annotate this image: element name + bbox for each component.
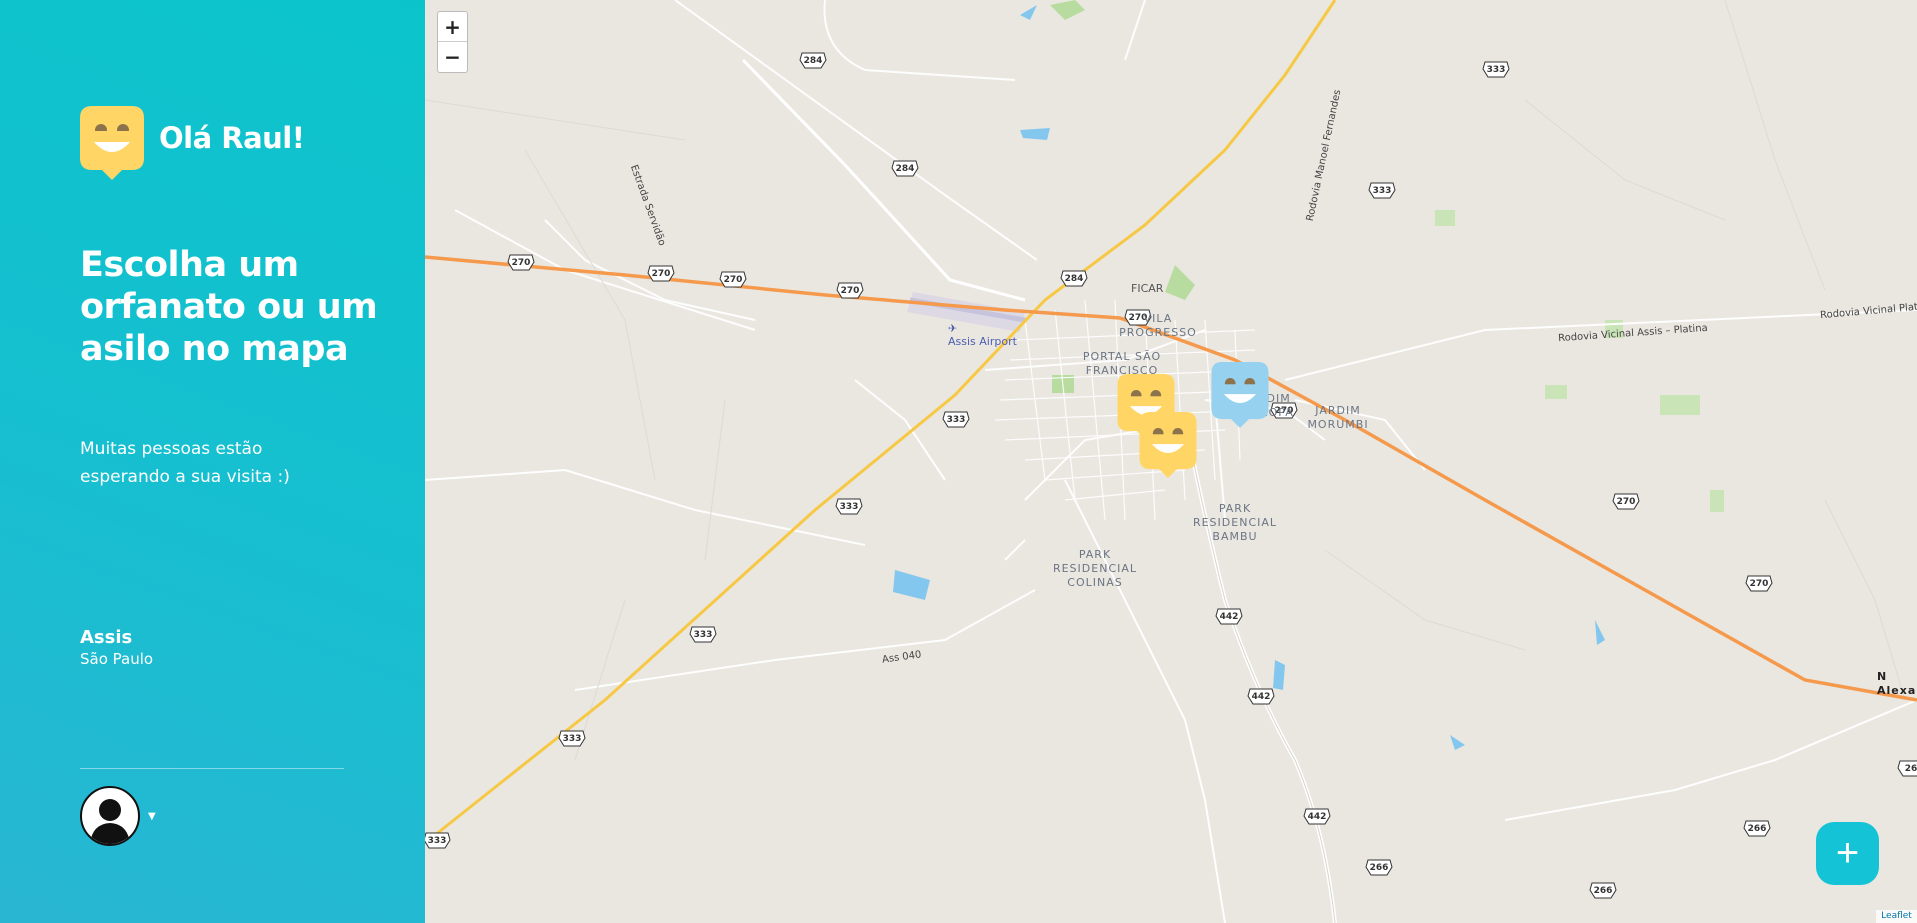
route-shield: 270 xyxy=(647,265,675,282)
location: Assis São Paulo xyxy=(80,627,153,668)
smiley-pin-icon xyxy=(80,106,144,180)
header: Olá Raul! xyxy=(80,106,305,180)
route-shield: 270 xyxy=(1612,493,1640,510)
route-shield: 333 xyxy=(425,832,451,849)
route-shield: 333 xyxy=(942,411,970,428)
route-shield: 284 xyxy=(799,52,827,69)
subtitle: Muitas pessoas estão esperando a sua vis… xyxy=(80,439,290,487)
airport-icon: ✈ xyxy=(948,322,958,335)
route-shield: 442 xyxy=(1303,808,1331,825)
neighborhood-label: VILA PROGRESSO xyxy=(1119,312,1197,339)
route-shield: 333 xyxy=(1482,61,1510,78)
route-shield: 333 xyxy=(689,626,717,643)
route-shield: 442 xyxy=(1215,608,1243,625)
state-name: São Paulo xyxy=(80,650,154,668)
neighborhood-label: PARK RESIDENCIAL COLINAS xyxy=(1052,548,1138,589)
route-shield: 333 xyxy=(558,730,586,747)
route-shield: 26 xyxy=(1897,760,1917,777)
zoom-control: + − xyxy=(437,11,468,73)
nursing-home-marker[interactable] xyxy=(1211,362,1269,428)
route-shield: 284 xyxy=(891,160,919,177)
route-shield: 270 xyxy=(507,254,535,271)
airport-label: ✈ Assis Airport xyxy=(948,322,1017,348)
map-attribution[interactable]: Leaflet xyxy=(1876,910,1917,923)
route-shield: 284 xyxy=(1060,270,1088,287)
divider xyxy=(80,768,344,769)
route-shield: 442 xyxy=(1247,688,1275,705)
route-shield: 266 xyxy=(1365,859,1393,876)
route-shield: 270 xyxy=(719,271,747,288)
user-silhouette-icon[interactable] xyxy=(80,786,140,846)
route-shield: 266 xyxy=(1589,882,1617,899)
poi-label: FICAR xyxy=(1131,282,1164,295)
add-button[interactable]: + xyxy=(1816,822,1879,885)
zoom-out-button[interactable]: − xyxy=(438,42,467,72)
plus-icon: + xyxy=(1835,831,1860,875)
map[interactable]: 284 284 284 270 270 270 270 270 270 270 … xyxy=(425,0,1917,923)
neighborhood-label: PARK RESIDENCIAL BAMBU xyxy=(1192,502,1278,543)
route-shield: 266 xyxy=(1743,820,1771,837)
route-shield: 270 xyxy=(836,282,864,299)
route-shield: 333 xyxy=(835,498,863,515)
caret-down-icon[interactable]: ▼ xyxy=(148,811,156,822)
page-title: Escolha um orfanato ou um asilo no mapa xyxy=(80,245,378,369)
route-shield: 270 xyxy=(1745,575,1773,592)
route-shield: 333 xyxy=(1368,182,1396,199)
city-name: Assis xyxy=(80,627,133,648)
orphanage-marker[interactable] xyxy=(1139,412,1197,478)
sidebar: Olá Raul! Escolha um orfanato ou um asil… xyxy=(0,0,425,923)
zoom-in-button[interactable]: + xyxy=(438,12,467,42)
neighborhood-label: JARDIM MORUMBI xyxy=(1307,404,1369,431)
user-menu[interactable]: ▼ xyxy=(80,786,156,846)
neighborhood-label: N Alexa xyxy=(1877,670,1917,697)
greeting: Olá Raul! xyxy=(159,121,305,155)
